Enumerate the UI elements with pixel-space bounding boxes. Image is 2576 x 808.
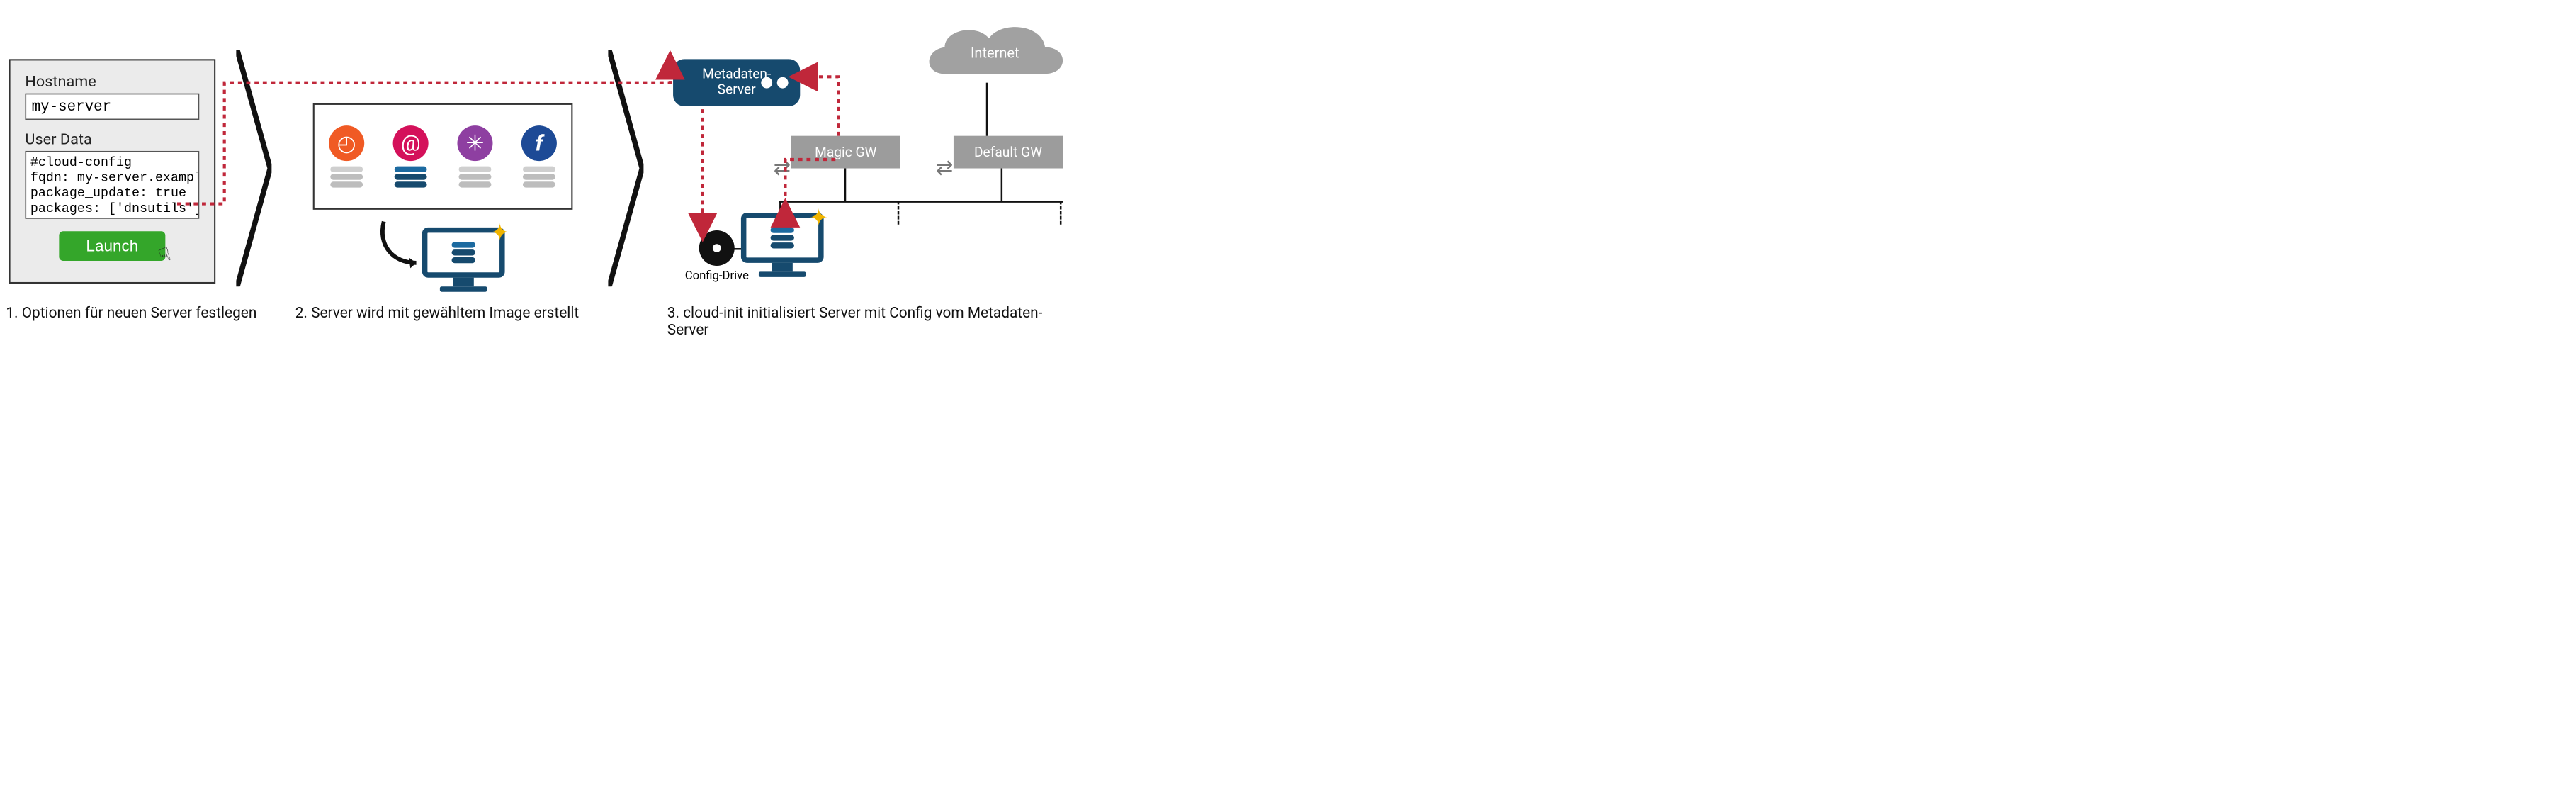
server-monitor-icon: ✦: [422, 228, 505, 296]
caption-step-2: 2. Server wird mit gewähltem Image erste…: [295, 304, 580, 321]
caption-step-3: 3. cloud-init initialisiert Server mit C…: [667, 304, 1073, 338]
internet-label: Internet: [918, 45, 1072, 62]
cursor-hand-icon: ☟: [156, 242, 174, 267]
userdata-label: User Data: [25, 130, 199, 147]
bidirectional-arrows-icon: ⇄: [774, 156, 791, 181]
launch-button[interactable]: Launch ☟: [59, 231, 165, 261]
network-line-dashed: [898, 201, 900, 224]
hostname-input[interactable]: [25, 94, 199, 120]
hostname-label: Hostname: [25, 72, 199, 90]
magic-gateway-box: Magic GW ⇄: [791, 136, 900, 169]
chevron-separator: [608, 50, 643, 286]
sparkle-icon: ✦: [490, 219, 509, 246]
fedora-logo-icon: f: [521, 125, 557, 161]
bidirectional-arrows-icon: ⇄: [936, 156, 953, 181]
server-monitor-icon: ✦: [741, 213, 824, 277]
launch-button-label: Launch: [86, 237, 138, 255]
disk-icon: [523, 167, 555, 188]
config-drive-icon: Config-Drive: [685, 230, 749, 282]
ubuntu-logo-icon: ◴: [329, 125, 364, 161]
userdata-textarea[interactable]: [25, 151, 199, 219]
chevron-separator: [236, 50, 271, 286]
disk-icon: [458, 167, 491, 188]
default-gateway-box: Default GW ⇄: [954, 136, 1063, 169]
debian-logo-icon: @: [393, 125, 429, 161]
network-line: [779, 201, 1063, 203]
network-line: [844, 169, 847, 201]
disk-icon: [330, 167, 363, 188]
disk-icon: [395, 167, 427, 188]
network-line-dashed: [1060, 201, 1062, 224]
curved-arrow-icon: [375, 218, 425, 269]
network-line: [1001, 169, 1003, 201]
internet-cloud-icon: Internet: [918, 15, 1072, 91]
server-options-form: Hostname User Data Launch ☟: [9, 59, 216, 284]
sparkle-icon: ✦: [809, 204, 828, 231]
metadata-server-box: Metadaten- Server: [673, 59, 800, 106]
network-diagram: Internet Metadaten- Server Magic GW ⇄ De…: [673, 18, 1063, 289]
caption-step-1: 1. Optionen für neuen Server festlegen: [6, 304, 256, 321]
centos-logo-icon: ✳: [457, 125, 492, 161]
os-images-box: ◴ @ ✳ f: [313, 103, 573, 210]
network-line: [986, 83, 988, 136]
